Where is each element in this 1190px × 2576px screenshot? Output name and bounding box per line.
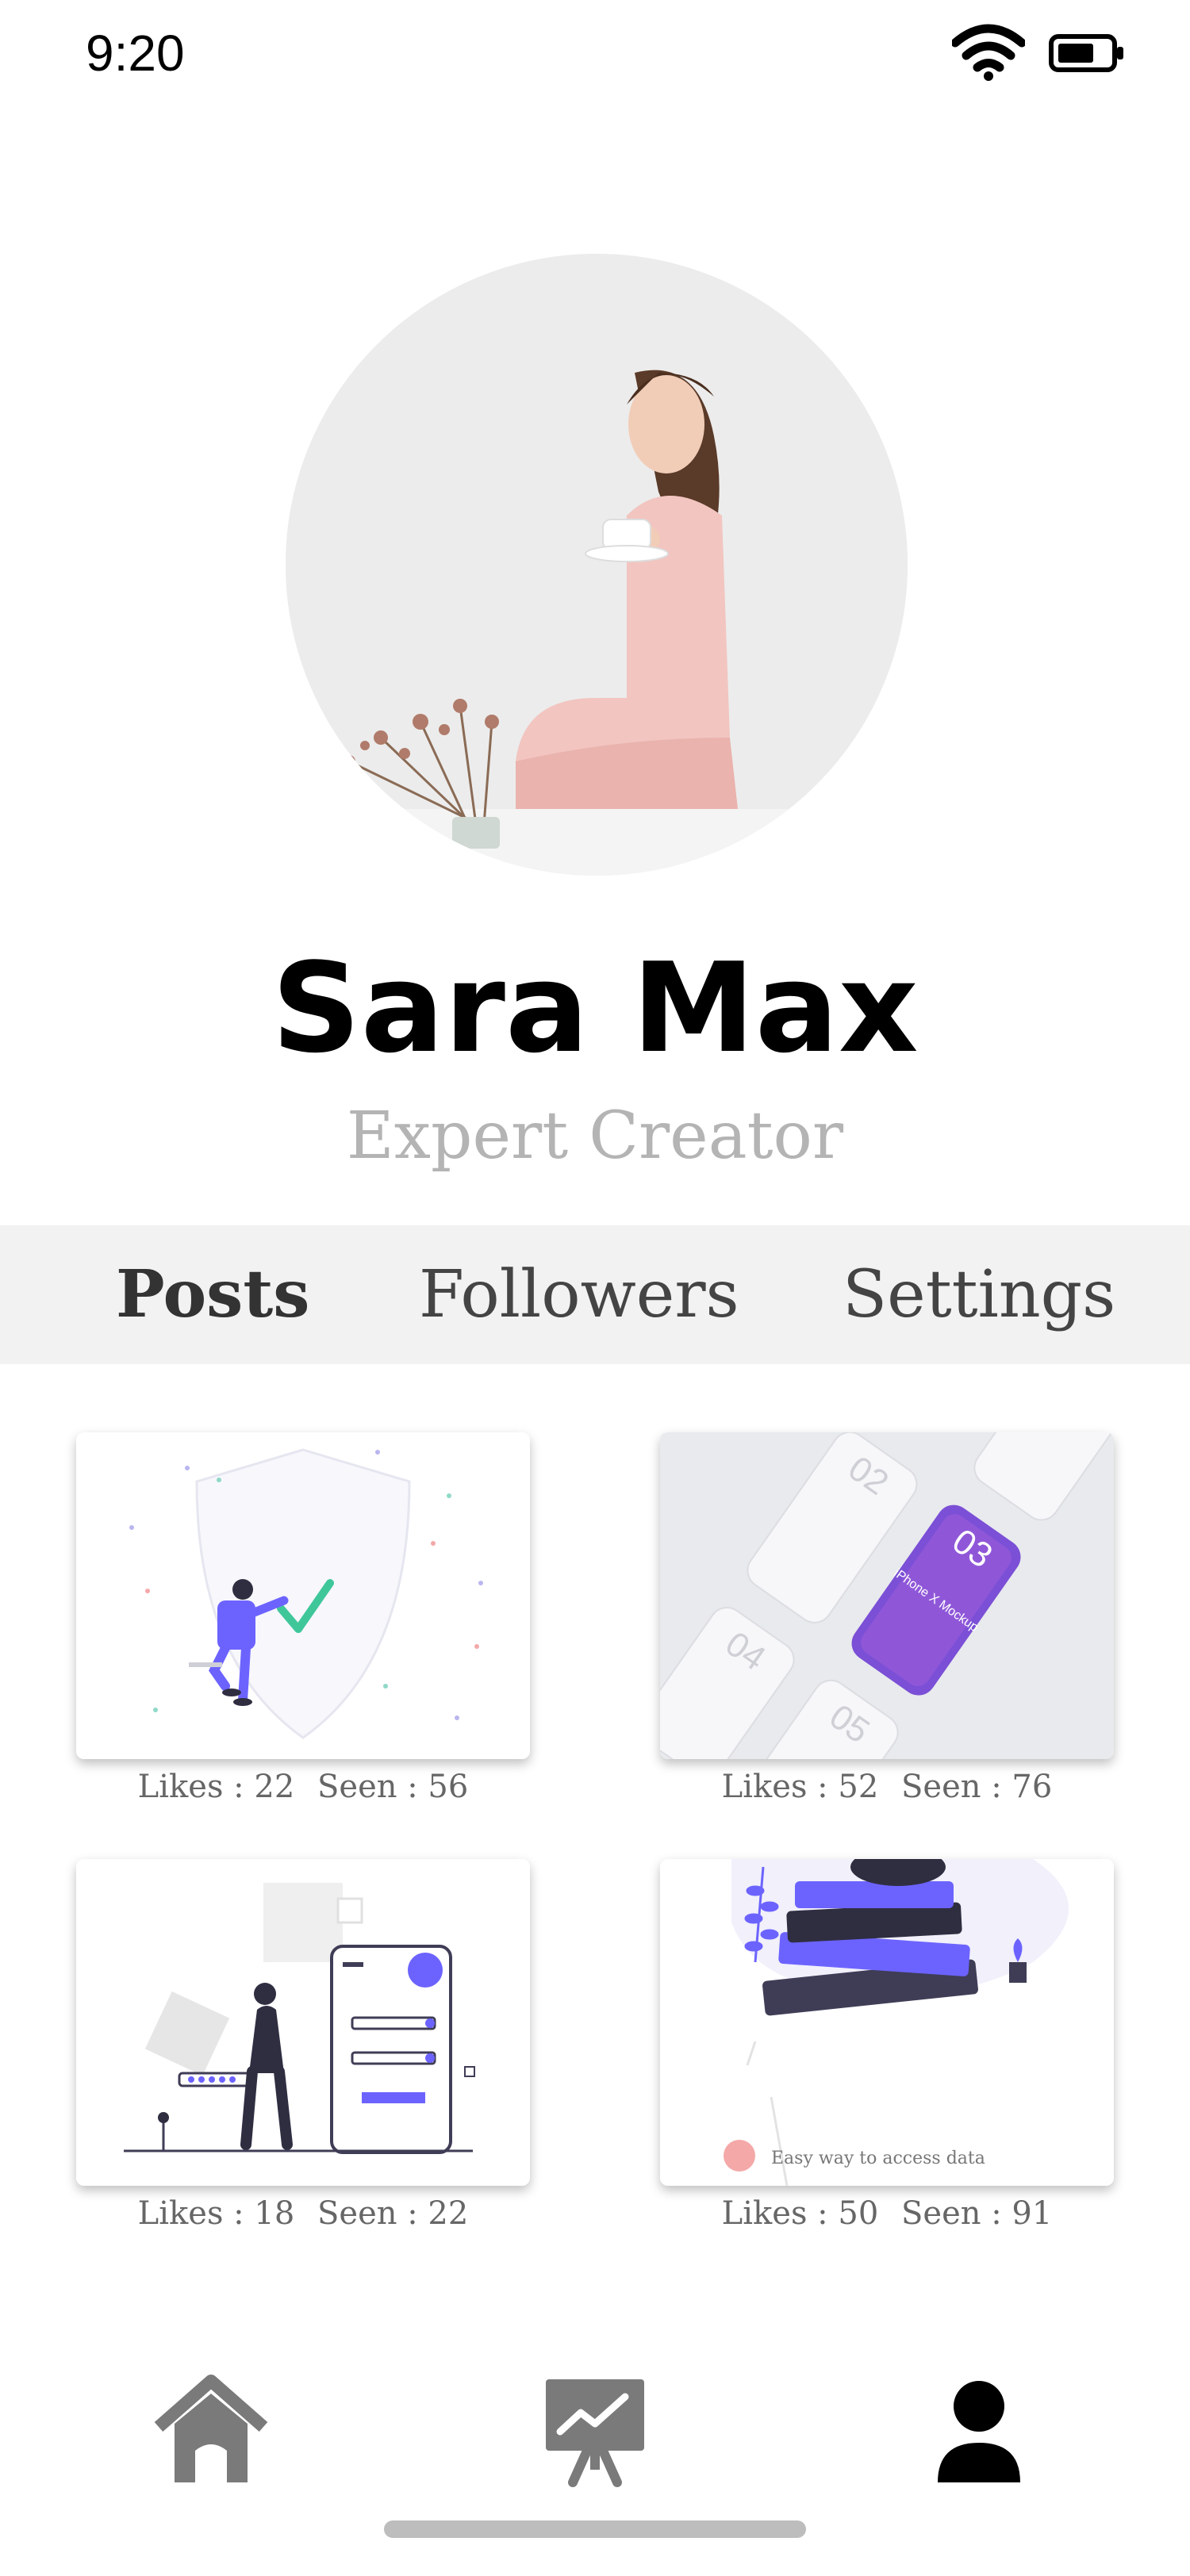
post-stats-3: Likes : 18 Seen : 22 — [76, 2195, 530, 2232]
status-bar: 9:20 — [0, 0, 1190, 111]
post-seen: Seen : 76 — [901, 1769, 1053, 1805]
post-card-3[interactable] — [76, 1859, 530, 2186]
post-likes: Likes : 50 — [721, 2195, 879, 2232]
post-likes: Likes : 22 — [137, 1769, 295, 1805]
post-seen: Seen : 22 — [317, 2195, 469, 2232]
post-image-phone-mockup: 02 03 iPhone X Mockup 04 05 — [660, 1432, 1114, 1759]
post-image-form — [76, 1859, 530, 2186]
post-card-2[interactable]: 02 03 iPhone X Mockup 04 05 — [660, 1432, 1114, 1759]
tab-settings[interactable]: Settings — [843, 1225, 1115, 1364]
home-indicator[interactable] — [384, 2520, 806, 2538]
post-image-books: Easy way to access data — [660, 1859, 1114, 2186]
home-icon[interactable] — [148, 2363, 274, 2490]
presentation-chart-icon[interactable] — [532, 2363, 658, 2490]
post-likes: Likes : 18 — [137, 2195, 295, 2232]
post-stats-1: Likes : 22 Seen : 56 — [76, 1769, 530, 1805]
post-card-4[interactable]: Easy way to access data — [660, 1859, 1114, 2186]
tab-posts[interactable]: Posts — [116, 1225, 309, 1364]
post-stats-4: Likes : 50 Seen : 91 — [660, 2195, 1114, 2232]
post-likes: Likes : 52 — [721, 1769, 879, 1805]
post-caption: Easy way to access data — [771, 2149, 985, 2168]
post-card-1[interactable] — [76, 1432, 530, 1759]
post-image-security — [76, 1432, 530, 1759]
user-icon[interactable] — [916, 2363, 1042, 2490]
profile-photo — [286, 254, 908, 876]
profile-role: Expert Creator — [346, 1098, 844, 1174]
profile-tabs: Posts Followers Settings — [0, 1225, 1190, 1364]
profile-name: Sara Max — [271, 936, 919, 1080]
wifi-icon — [952, 24, 1025, 81]
post-seen: Seen : 91 — [901, 2195, 1053, 2232]
tab-followers[interactable]: Followers — [419, 1225, 739, 1364]
status-time: 9:20 — [86, 25, 185, 82]
post-seen: Seen : 56 — [317, 1769, 469, 1805]
post-stats-2: Likes : 52 Seen : 76 — [660, 1769, 1114, 1805]
avatar — [286, 254, 908, 876]
bottom-nav — [0, 2363, 1190, 2538]
battery-icon — [1049, 34, 1123, 72]
